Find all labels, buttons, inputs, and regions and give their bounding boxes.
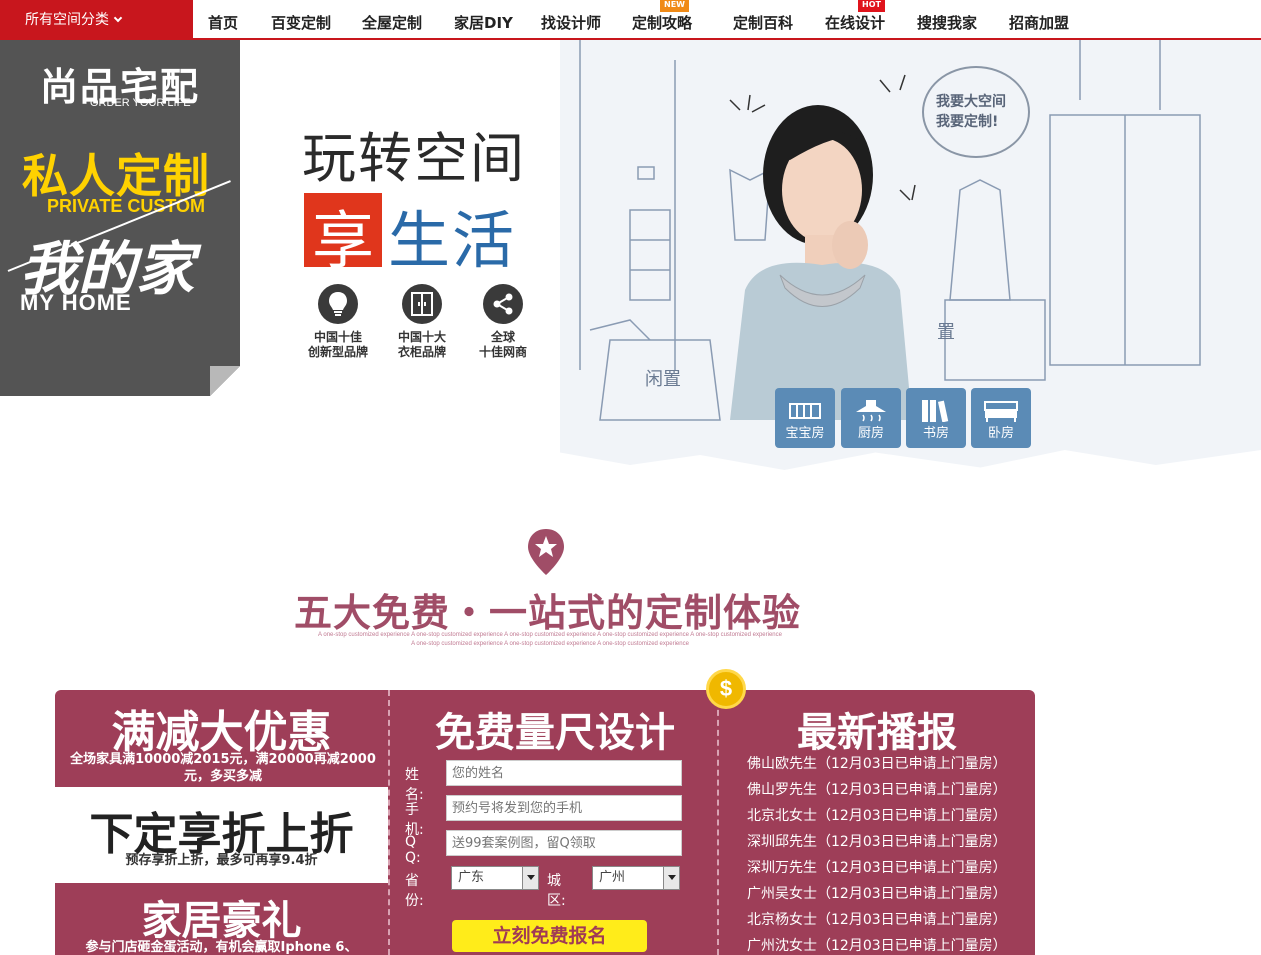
range-hood-icon	[856, 400, 886, 422]
all-categories-label: 所有空间分类	[25, 12, 109, 28]
chevron-down-icon	[113, 13, 123, 23]
hot-badge: HOT	[858, 0, 885, 12]
brand-panel: 尚品宅配 ORDER YOUR LIFE 私人定制 PRIVATE CUSTOM…	[0, 40, 240, 396]
province-select[interactable]: 广东	[451, 866, 539, 890]
nav-whole-house[interactable]: 全屋定制	[362, 0, 422, 40]
qq-label: Q Q:	[405, 834, 421, 866]
hero-banner[interactable]: 尚品宅配 ORDER YOUR LIFE 私人定制 PRIVATE CUSTOM…	[0, 40, 1261, 485]
bed-icon	[984, 401, 1018, 422]
dropdown-arrow-icon	[663, 867, 679, 889]
nav-custom-wiki[interactable]: 定制百科	[733, 0, 793, 40]
nav-franchise[interactable]: 招商加盟	[1009, 0, 1069, 40]
nav-find-designer[interactable]: 找设计师	[541, 0, 601, 40]
nav-bianbian-custom[interactable]: 百变定制	[271, 0, 331, 40]
city-label: 城 区:	[547, 873, 566, 909]
promo-board: 满减大优惠 全场家具满10000减2015元，满20000再减2000元，多买多…	[55, 690, 1035, 955]
news-item[interactable]: 深圳邱先生（12月03日已申请上门量房）	[747, 829, 1017, 855]
news-title: 最新播报	[797, 710, 957, 756]
news-item[interactable]: 佛山欧先生（12月03日已申请上门量房）	[747, 751, 1017, 777]
top-navigation: 所有空间分类 首页 百变定制 全屋定制 家居DIY 找设计师 定制攻略 NEW …	[0, 0, 1261, 40]
headline-life: 生活	[388, 204, 517, 277]
badge-line2: 衣柜品牌	[397, 345, 446, 359]
promo-full-discount-desc: 全场家具满10000减2015元，满20000再减2000元，多买多减	[70, 752, 376, 784]
section-title: 五大免费・一站式的定制体验	[293, 591, 801, 635]
nav-home[interactable]: 首页	[208, 0, 238, 40]
form-title: 免费量尺设计	[435, 710, 675, 756]
award-badge-online: 全球 十佳网商	[463, 284, 543, 360]
room-label: 书房	[922, 426, 949, 441]
promo-deposit-desc: 预存享折上折，最多可再享9.4折	[125, 853, 318, 868]
nav-search-my-home[interactable]: 搜搜我家	[917, 0, 977, 40]
wardrobe-icon	[402, 284, 442, 324]
badge-line2: 创新型品牌	[307, 345, 368, 359]
all-categories-dropdown[interactable]: 所有空间分类	[0, 0, 193, 40]
news-item[interactable]: 北京杨女士（12月03日已申请上门量房）	[747, 907, 1017, 933]
new-badge: NEW	[660, 0, 689, 12]
phone-input[interactable]	[446, 795, 682, 821]
room-label: 宝宝房	[785, 426, 825, 441]
award-badge-wardrobe: 中国十大 衣柜品牌	[382, 284, 462, 360]
badge-line1: 中国十大	[397, 330, 446, 344]
room-study[interactable]: 书房	[906, 388, 966, 448]
section-subtitle-line1: A one-stop customized experience A one-s…	[318, 632, 782, 638]
badge-line2: 十佳网商	[478, 345, 527, 359]
room-bedroom[interactable]: 卧房	[971, 388, 1031, 448]
section-subtitle-line2: A one-stop customized experience A one-s…	[411, 641, 689, 647]
headline-play-space: 玩转空间	[302, 127, 526, 190]
headline-enjoy: 享	[311, 204, 374, 277]
room-label: 卧房	[987, 426, 1014, 441]
scene-label-place: 置	[937, 322, 955, 343]
section-subtitle: A one-stop customized experience A one-s…	[265, 631, 835, 649]
speech-line1: 我要大空间	[936, 94, 1006, 110]
province-label: 省 份:	[405, 873, 424, 909]
speech-bubble-text: 我要大空间 我要定制!	[936, 92, 1026, 132]
news-item[interactable]: 佛山罗先生（12月03日已申请上门量房）	[747, 777, 1017, 803]
award-badge-innovation: 中国十佳 创新型品牌	[298, 284, 378, 360]
name-input[interactable]	[446, 760, 682, 786]
slogan-my-home-en: MY HOME	[20, 290, 132, 315]
room-label: 厨房	[857, 426, 884, 441]
speech-line2: 我要定制!	[936, 114, 999, 130]
books-icon	[922, 400, 949, 422]
scene-label-idle: 闲置	[645, 369, 681, 390]
city-value: 广州	[599, 870, 626, 885]
coin-icon: $	[706, 669, 746, 709]
news-item[interactable]: 广州吴女士（12月03日已申请上门量房）	[747, 881, 1017, 907]
free-signup-button[interactable]: 立刻免费报名	[452, 920, 647, 952]
province-value: 广东	[458, 870, 485, 885]
phone-label: 手 机:	[405, 802, 424, 838]
badge-line1: 中国十佳	[313, 330, 362, 344]
brand-tagline: ORDER YOUR LIFE	[90, 97, 191, 109]
news-item[interactable]: 广州沈女士（12月03日已申请上门量房）	[747, 933, 1017, 955]
dropdown-arrow-icon	[522, 867, 538, 889]
badge-line1: 全球	[490, 330, 515, 344]
lightbulb-icon	[318, 284, 358, 324]
news-item[interactable]: 北京北女士（12月03日已申请上门量房）	[747, 803, 1017, 829]
nav-home-diy[interactable]: 家居DIY	[454, 0, 513, 40]
news-list: 佛山欧先生（12月03日已申请上门量房） 佛山罗先生（12月03日已申请上门量房…	[747, 751, 1017, 955]
news-item[interactable]: 深圳万先生（12月03日已申请上门量房）	[747, 855, 1017, 881]
page-fold-corner	[210, 366, 240, 396]
room-baby-room[interactable]: 宝宝房	[775, 388, 835, 448]
crib-icon	[789, 403, 821, 419]
name-label: 姓 名:	[405, 767, 424, 803]
map-pin-star-icon	[528, 529, 564, 575]
room-kitchen[interactable]: 厨房	[841, 388, 901, 448]
qq-input[interactable]	[446, 830, 682, 856]
city-select[interactable]: 广州	[592, 866, 680, 890]
share-icon	[483, 284, 523, 324]
promo-gift-desc: 参与门店砸金蛋活动，有机会赢取Iphone 6、	[85, 940, 358, 955]
